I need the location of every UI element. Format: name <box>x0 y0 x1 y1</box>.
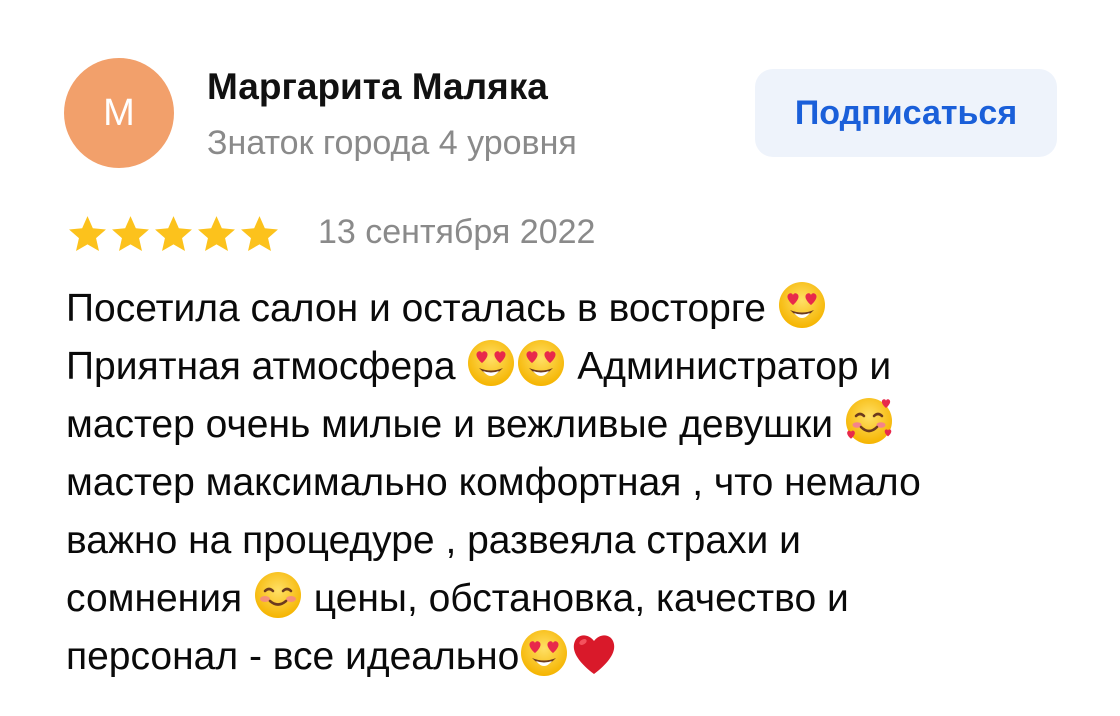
review-text-segment: мастер максимально комфортная , что нема… <box>66 461 921 504</box>
review-text-segment: мастер очень милые и вежливые девушки <box>66 403 844 446</box>
smiling-face-with-hearts-emoji-icon <box>844 396 894 446</box>
review-line: сомнения цены, обстановка, качество и <box>66 570 1066 628</box>
star-icon <box>112 216 149 252</box>
review-date: 13 сентября 2022 <box>318 213 596 251</box>
author-level: Знаток города 4 уровня <box>207 124 577 162</box>
review-text: Посетила салон и осталась в восторге При… <box>66 280 1066 686</box>
heart-eyes-emoji-icon <box>516 338 566 388</box>
review-text-segment: Посетила салон и осталась в восторге <box>66 287 777 330</box>
red-heart-emoji-icon <box>569 628 619 678</box>
avatar[interactable]: М <box>64 58 174 168</box>
review-line: важно на процедуре , развеяла страхи и <box>66 512 1066 570</box>
heart-eyes-emoji-icon <box>777 280 827 330</box>
heart-eyes-emoji-icon <box>466 338 516 388</box>
rating-stars <box>66 213 281 255</box>
heart-eyes-emoji-icon <box>519 628 569 678</box>
subscribe-button[interactable]: Подписаться <box>755 69 1057 157</box>
review-text-segment: сомнения <box>66 577 253 620</box>
author-name[interactable]: Маргарита Маляка <box>207 66 548 108</box>
review-text-segment: цены, обстановка, качество и <box>302 577 849 620</box>
star-icon <box>198 216 235 252</box>
review-line: персонал - все идеально <box>66 628 1066 686</box>
review-text-segment: важно на процедуре , развеяла страхи и <box>66 519 801 562</box>
review-text-segment: персонал - все идеально <box>66 635 520 678</box>
review-line: Посетила салон и осталась в восторге <box>66 280 1066 338</box>
star-icon <box>69 216 106 252</box>
review-line: Приятная атмосфера Администратор и <box>66 338 1066 396</box>
review-line: мастер максимально комфортная , что нема… <box>66 454 1066 512</box>
review-line: мастер очень милые и вежливые девушки <box>66 396 1066 454</box>
smiling-face-emoji-icon <box>253 570 303 620</box>
review-text-segment: Приятная атмосфера <box>66 345 467 388</box>
star-icon <box>241 216 278 252</box>
review-text-segment: Администратор и <box>566 345 892 388</box>
star-icon <box>155 216 192 252</box>
review-card: М Маргарита Маляка Знаток города 4 уровн… <box>0 0 1120 716</box>
